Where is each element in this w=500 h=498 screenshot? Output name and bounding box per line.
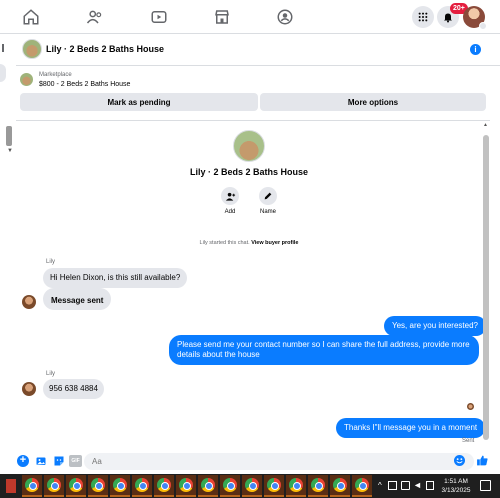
sender-avatar[interactable] [22,382,36,396]
message-sender-name: Lily [46,371,56,377]
chrome-icon[interactable] [355,478,369,492]
chrome-icon[interactable] [201,478,215,492]
volume-icon[interactable]: ◄ [413,480,422,490]
chrome-icon[interactable] [113,478,127,492]
left-scroll-thumb[interactable] [6,126,12,146]
outgoing-message-bubble[interactable]: Thanks I"ll message you in a moment [336,418,486,438]
home-icon[interactable] [22,8,40,26]
left-panel-item[interactable] [0,64,6,82]
message-sender-name: Lily [46,259,56,265]
tray-app-icon[interactable] [388,481,397,490]
taskbar-app-slot[interactable] [264,475,284,497]
listing-price-title: $800 - 2 Beds 2 Baths House [39,81,131,88]
message-thread: Lily · 2 Beds 2 Baths House Add Name Lil… [16,120,490,450]
battery-icon[interactable] [426,481,434,490]
chrome-icon[interactable] [223,478,237,492]
taskbar-app-slot[interactable] [286,475,306,497]
taskbar-app-slot[interactable] [352,475,372,497]
info-icon[interactable]: i [470,44,481,55]
more-options-button[interactable]: More options [260,93,486,111]
message-input[interactable] [84,453,474,470]
listing-source-label: Marketplace [39,72,72,78]
taskbar-app-slot[interactable] [44,475,64,497]
groups-icon[interactable] [276,8,294,26]
chrome-icon[interactable] [91,478,105,492]
taskbar-app-slot[interactable] [66,475,86,497]
chrome-icon[interactable] [47,478,61,492]
chat-started-text: Lily started this chat. [199,240,250,246]
emoji-icon[interactable] [454,455,465,466]
chrome-icon[interactable] [25,478,39,492]
friends-icon[interactable] [86,8,104,26]
conversation-header: Lily · 2 Beds 2 Baths House i [16,35,500,66]
taskbar-app-slot[interactable] [330,475,350,497]
thread-scrollbar[interactable]: ▲ [483,122,489,448]
left-panel-edge [2,44,12,52]
read-receipt-avatar [467,403,474,410]
chrome-icon[interactable] [69,478,83,492]
view-buyer-profile-link[interactable]: View buyer profile [251,240,298,246]
clock-time: 1:51 AM [444,478,468,485]
incoming-message-bubble[interactable]: 956 638 4884 [43,379,104,399]
add-person-icon[interactable] [221,187,239,205]
listing-profile-photo[interactable] [233,130,265,162]
incoming-message-bubble[interactable]: Hi Helen Dixon, is this still available? [43,268,188,288]
taskbar-clock[interactable]: 1:51 AM 3/13/2025 [438,477,474,495]
photo-icon[interactable] [35,455,47,467]
taskbar-app-slot[interactable] [154,475,174,497]
top-navigation-bar: 20+ [0,0,500,34]
taskbar-app-slot[interactable] [22,475,42,497]
gif-icon[interactable]: GIF [69,455,82,467]
outgoing-message-bubble[interactable]: Yes, are you interested? [384,316,486,336]
chrome-icon[interactable] [179,478,193,492]
taskbar-app-slot[interactable] [308,475,328,497]
message-sent-status: Sent [462,438,475,444]
chrome-icon[interactable] [157,478,171,492]
listing-small-thumbnail [20,73,33,86]
notification-center-icon[interactable] [480,480,491,491]
taskbar-app-slot[interactable] [242,475,262,497]
listing-thumbnail-avatar[interactable] [22,39,42,59]
name-label: Name [259,209,276,215]
message-composer: + GIF [14,452,500,472]
edit-name-pencil-icon[interactable] [259,187,277,205]
taskbar-app-slot[interactable] [88,475,108,497]
left-scroll-down-icon[interactable]: ▼ [7,148,13,154]
menu-grid-icon[interactable] [412,6,434,28]
outgoing-message-bubble[interactable]: Please send me your contact number so I … [169,335,479,365]
chat-started-notice: Lily started this chat. View buyer profi… [16,240,482,246]
sticker-icon[interactable] [53,455,65,467]
taskbar-app-slot[interactable] [132,475,152,497]
chrome-icon[interactable] [245,478,259,492]
taskbar-app-slot[interactable] [220,475,240,497]
windows-taskbar: ^ ◄ 1:51 AM 3/13/2025 [0,474,500,498]
profile-title: Lily · 2 Beds 2 Baths House [189,167,309,177]
taskbar-app-slot[interactable] [198,475,218,497]
mark-as-pending-button[interactable]: Mark as pending [20,93,258,111]
chrome-icon[interactable] [311,478,325,492]
video-icon[interactable] [150,8,168,26]
chrome-icon[interactable] [289,478,303,492]
account-chevron-down-icon[interactable] [479,22,487,30]
sender-avatar[interactable] [22,295,36,309]
chrome-icon[interactable] [333,478,347,492]
tray-chevron-up-icon[interactable]: ^ [378,481,382,490]
marketplace-icon[interactable] [213,8,231,26]
taskbar-app-slot[interactable] [176,475,196,497]
taskbar-app-slot[interactable] [110,475,130,497]
incoming-message-bubble[interactable]: Message sent [43,288,112,310]
network-icon[interactable] [401,481,410,490]
chrome-icon[interactable] [267,478,281,492]
clock-date: 3/13/2025 [441,487,471,494]
scroll-up-icon[interactable]: ▲ [483,122,488,128]
conversation-title[interactable]: Lily · 2 Beds 2 Baths House [46,44,164,54]
add-label: Add [224,209,236,215]
thumbs-up-icon[interactable] [476,454,489,467]
app-shortcut-icon[interactable] [6,479,16,493]
plus-icon[interactable]: + [17,455,29,467]
chrome-icon[interactable] [135,478,149,492]
scroll-thumb[interactable] [483,135,489,440]
